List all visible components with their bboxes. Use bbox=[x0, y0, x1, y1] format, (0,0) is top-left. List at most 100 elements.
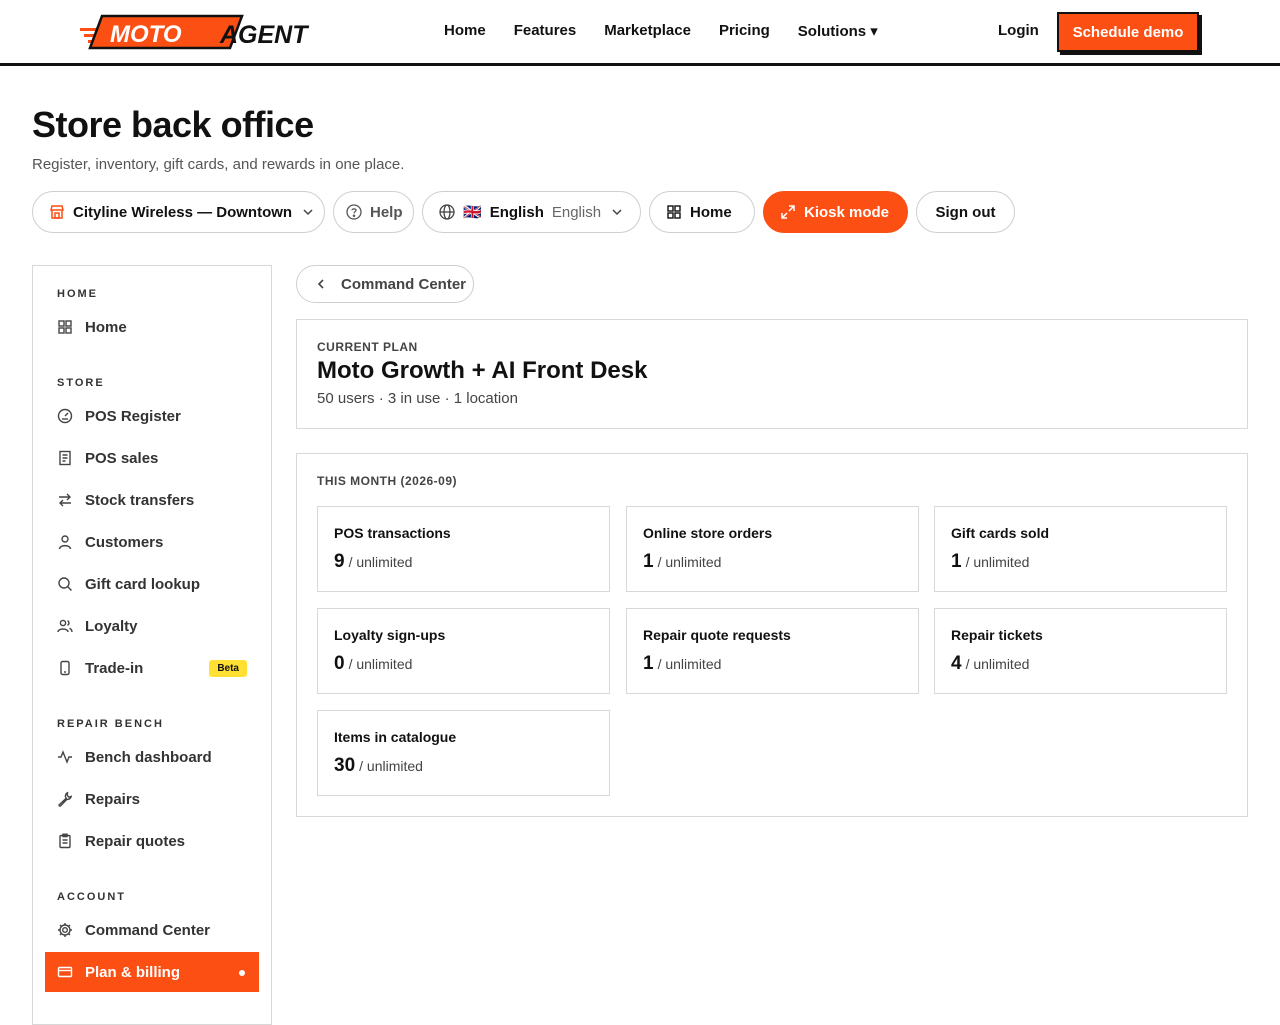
stat-limit: / unlimited bbox=[965, 554, 1030, 570]
stat-value-row: 30/ unlimited bbox=[334, 755, 423, 777]
stat-card: Items in catalogue 30/ unlimited bbox=[317, 710, 610, 796]
sidebar-item-command-center[interactable]: Command Center bbox=[45, 910, 259, 950]
sidebar-item-pos-sales[interactable]: POS sales bbox=[45, 438, 259, 478]
stat-limit: / unlimited bbox=[965, 656, 1030, 672]
stat-value-row: 1/ unlimited bbox=[643, 653, 721, 675]
expand-icon bbox=[781, 205, 795, 219]
sidebar-item-pos-register[interactable]: POS Register bbox=[45, 396, 259, 436]
logo-agent-text: AGENT bbox=[219, 21, 310, 49]
gauge-icon bbox=[57, 408, 73, 424]
store-selector[interactable]: Cityline Wireless — Downtown bbox=[32, 191, 325, 233]
stat-card: Gift cards sold 1/ unlimited bbox=[934, 506, 1227, 592]
sidebar-item-label: Repair quotes bbox=[85, 832, 186, 850]
nav-pricing[interactable]: Pricing bbox=[719, 22, 770, 40]
this-month-usage-card: THIS MONTH (2026-09) POS transactions 9/… bbox=[296, 453, 1248, 817]
motoagent-logo[interactable]: MOTO AGENT bbox=[80, 12, 324, 52]
beta-badge: Beta bbox=[209, 660, 247, 677]
nav-features[interactable]: Features bbox=[514, 22, 577, 40]
store-icon bbox=[50, 205, 64, 219]
globe-icon bbox=[439, 204, 455, 220]
pulse-icon bbox=[58, 750, 72, 764]
this-month-label: THIS MONTH (2026-09) bbox=[317, 474, 458, 488]
login-link[interactable]: Login bbox=[998, 22, 1039, 39]
language-flag: 🇬🇧 bbox=[463, 204, 482, 221]
chevron-left-icon bbox=[317, 279, 324, 289]
grid-icon bbox=[667, 205, 681, 219]
stat-card: Repair tickets 4/ unlimited bbox=[934, 608, 1227, 694]
active-indicator-dot bbox=[239, 970, 245, 976]
schedule-demo-button[interactable]: Schedule demo bbox=[1057, 12, 1199, 52]
stat-value: 1 bbox=[643, 551, 654, 572]
gear-icon bbox=[58, 923, 72, 937]
page-subtitle: Register, inventory, gift cards, and rew… bbox=[32, 156, 405, 173]
page-title: Store back office bbox=[32, 104, 314, 145]
sidebar-section-account: ACCOUNT bbox=[57, 891, 126, 903]
stat-limit: / unlimited bbox=[657, 554, 722, 570]
nav-solutions[interactable]: Solutions ▾ bbox=[798, 22, 878, 40]
nav-marketplace[interactable]: Marketplace bbox=[604, 22, 691, 40]
sidebar-item-repair-quotes[interactable]: Repair quotes bbox=[45, 821, 259, 861]
sidebar-section-repair-bench: REPAIR BENCH bbox=[57, 718, 164, 730]
sidebar-item-label: Stock transfers bbox=[85, 491, 195, 509]
language-selector[interactable]: 🇬🇧 English English bbox=[422, 191, 641, 233]
plan-meta: 50 users · 3 in use · 1 location bbox=[317, 390, 518, 407]
nav-home[interactable]: Home bbox=[444, 22, 486, 40]
stat-value-row: 1/ unlimited bbox=[643, 551, 721, 573]
stat-title: POS transactions bbox=[334, 525, 451, 541]
home-button[interactable]: Home bbox=[649, 191, 755, 233]
sidebar-item-label: Repairs bbox=[85, 790, 141, 808]
logo-moto-text: MOTO bbox=[110, 21, 182, 48]
stat-value: 1 bbox=[643, 653, 654, 674]
sidebar-item-label: Home bbox=[85, 318, 127, 336]
kiosk-mode-button[interactable]: Kiosk mode bbox=[763, 191, 908, 233]
sidebar-item-label: Gift card lookup bbox=[85, 575, 201, 593]
stat-value-row: 4/ unlimited bbox=[951, 653, 1029, 675]
stat-value: 30 bbox=[334, 755, 356, 776]
stat-limit: / unlimited bbox=[359, 758, 423, 774]
stat-card: Online store orders 1/ unlimited bbox=[626, 506, 919, 592]
sidebar-item-bench-dashboard[interactable]: Bench dashboard bbox=[45, 737, 259, 777]
sidebar-item-label: Bench dashboard bbox=[85, 748, 212, 766]
current-plan-label: CURRENT PLAN bbox=[317, 340, 418, 354]
header-controls: Cityline Wireless — Downtown Help 🇬🇧 Eng… bbox=[32, 191, 1015, 233]
stat-title: Gift cards sold bbox=[951, 525, 1050, 541]
sidebar-item-plan-billing[interactable]: Plan & billing bbox=[45, 952, 259, 992]
back-to-command-center-button[interactable]: Command Center bbox=[296, 265, 474, 303]
main-nav: Home Features Marketplace Pricing Soluti… bbox=[444, 22, 878, 40]
user-icon bbox=[58, 535, 72, 550]
credit-card-icon bbox=[57, 966, 73, 978]
sidebar-section-home: HOME bbox=[57, 288, 98, 300]
stat-value-row: 0/ unlimited bbox=[334, 653, 412, 675]
sidebar-item-customers[interactable]: Customers bbox=[45, 522, 259, 562]
stat-value-row: 1/ unlimited bbox=[951, 551, 1029, 573]
sidebar-item-label: Plan & billing bbox=[85, 963, 181, 981]
home-button-label: Home bbox=[690, 203, 732, 221]
stat-value: 0 bbox=[334, 653, 345, 674]
search-icon bbox=[58, 577, 72, 591]
stat-limit: / unlimited bbox=[657, 656, 722, 672]
clipboard-icon bbox=[59, 833, 71, 849]
stat-card: Repair quote requests 1/ unlimited bbox=[626, 608, 919, 694]
current-plan-card: CURRENT PLAN Moto Growth + AI Front Desk… bbox=[296, 319, 1248, 429]
stat-title: Online store orders bbox=[643, 525, 773, 541]
help-button[interactable]: Help bbox=[333, 191, 414, 233]
arrows-swap-icon bbox=[59, 493, 71, 507]
sidebar-item-gift-card-lookup[interactable]: Gift card lookup bbox=[45, 564, 259, 604]
help-label: Help bbox=[370, 203, 403, 221]
sidebar-item-loyalty[interactable]: Loyalty bbox=[45, 606, 259, 646]
sidebar-section-store: STORE bbox=[57, 377, 105, 389]
sidebar: HOME Home STORE POS Register POS sales S… bbox=[32, 265, 272, 1025]
language-english-name: English bbox=[551, 203, 602, 221]
sign-out-button[interactable]: Sign out bbox=[916, 191, 1015, 233]
stat-card: POS transactions 9/ unlimited bbox=[317, 506, 610, 592]
sidebar-item-trade-in[interactable]: Trade-in Beta bbox=[45, 648, 259, 688]
stat-value-row: 9/ unlimited bbox=[334, 551, 412, 573]
chevron-down-icon bbox=[612, 209, 622, 216]
stat-value: 1 bbox=[951, 551, 962, 572]
sidebar-item-home[interactable]: Home bbox=[45, 307, 259, 347]
grid-icon bbox=[58, 320, 72, 334]
sidebar-item-repairs[interactable]: Repairs bbox=[45, 779, 259, 819]
stat-limit: / unlimited bbox=[348, 554, 413, 570]
stat-title: Items in catalogue bbox=[334, 729, 457, 745]
sidebar-item-stock-transfers[interactable]: Stock transfers bbox=[45, 480, 259, 520]
